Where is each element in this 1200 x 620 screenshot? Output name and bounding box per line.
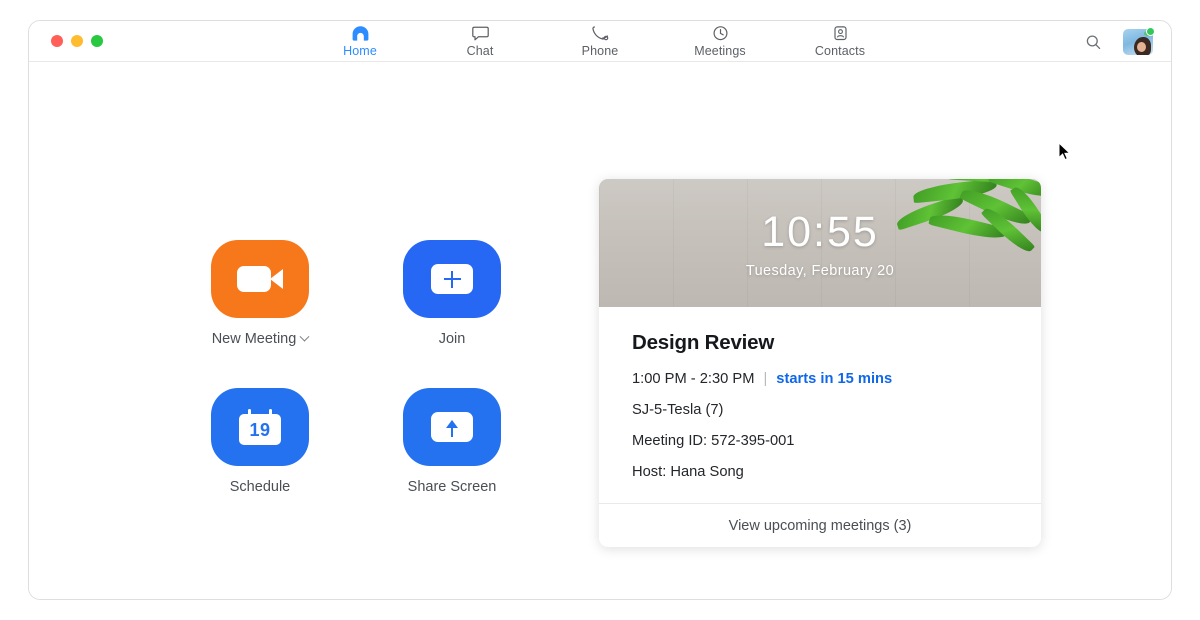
hero-date: Tuesday, February 20 [599, 263, 1041, 279]
join-button[interactable]: Join [356, 240, 548, 388]
meeting-time-row: 1:00 PM - 2:30 PM | starts in 15 mins [632, 371, 1008, 387]
schedule-tile: 19 [211, 388, 309, 466]
home-content: New Meeting Join [29, 62, 1171, 600]
meeting-starts-in: starts in 15 mins [776, 371, 892, 387]
new-meeting-label: New Meeting [212, 331, 297, 347]
calendar-icon: 19 [239, 409, 281, 445]
card-body: Design Review 1:00 PM - 2:30 PM | starts… [599, 307, 1041, 503]
schedule-label: Schedule [230, 479, 290, 495]
new-meeting-label-row: New Meeting [212, 331, 309, 347]
titlebar-right-controls [1081, 29, 1153, 55]
meeting-room: SJ-5-Tesla (7) [632, 402, 1008, 418]
nav-label-meetings: Meetings [694, 44, 746, 58]
calendar-day: 19 [239, 420, 281, 441]
search-button[interactable] [1081, 30, 1105, 54]
zoom-app-window: Home Chat Phone [28, 20, 1172, 600]
hero-clock: 10:55 Tuesday, February 20 [599, 211, 1041, 279]
chat-icon [471, 24, 490, 43]
video-camera-icon [237, 266, 283, 292]
meeting-time-range: 1:00 PM - 2:30 PM [632, 371, 754, 387]
status-badge [1146, 27, 1155, 36]
titlebar: Home Chat Phone [29, 21, 1171, 62]
upcoming-meeting-card: 10:55 Tuesday, February 20 Design Review… [599, 179, 1041, 547]
nav-label-phone: Phone [582, 44, 619, 58]
hero-time: 10:55 [599, 211, 1041, 254]
share-screen-label: Share Screen [408, 479, 497, 495]
avatar[interactable] [1123, 29, 1153, 55]
plus-icon [431, 264, 473, 294]
clock-icon [711, 24, 730, 43]
meeting-host: Host: Hana Song [632, 464, 1008, 480]
join-tile [403, 240, 501, 318]
nav-label-contacts: Contacts [815, 44, 865, 58]
nav-item-home[interactable]: Home [323, 24, 397, 58]
view-upcoming-meetings-label: View upcoming meetings (3) [729, 518, 912, 534]
arrow-up-icon [431, 412, 473, 442]
meeting-separator: | [763, 371, 767, 387]
chevron-down-icon[interactable] [300, 331, 310, 341]
schedule-button[interactable]: 19 Schedule [164, 388, 356, 536]
search-icon [1085, 34, 1102, 51]
card-hero-image: 10:55 Tuesday, February 20 [599, 179, 1041, 307]
view-upcoming-meetings-link[interactable]: View upcoming meetings (3) [599, 503, 1041, 547]
meeting-title: Design Review [632, 331, 1008, 355]
share-screen-tile [403, 388, 501, 466]
nav-item-chat[interactable]: Chat [443, 24, 517, 58]
avatar-face-detail [1137, 42, 1146, 52]
nav-label-home: Home [343, 44, 377, 58]
join-label: Join [439, 331, 466, 347]
schedule-label-row: Schedule [230, 479, 290, 495]
nav-item-meetings[interactable]: Meetings [683, 24, 757, 58]
contacts-icon [831, 24, 850, 43]
share-screen-button[interactable]: Share Screen [356, 388, 548, 536]
nav-item-contacts[interactable]: Contacts [803, 24, 877, 58]
quick-actions-grid: New Meeting Join [164, 240, 524, 536]
share-screen-label-row: Share Screen [408, 479, 497, 495]
new-meeting-tile [211, 240, 309, 318]
join-label-row: Join [439, 331, 466, 347]
meeting-id: Meeting ID: 572-395-001 [632, 433, 1008, 449]
main-navigation: Home Chat Phone [29, 21, 1171, 62]
nav-item-phone[interactable]: Phone [563, 24, 637, 58]
new-meeting-button[interactable]: New Meeting [164, 240, 356, 388]
phone-icon [591, 24, 610, 43]
home-icon [351, 24, 370, 43]
nav-label-chat: Chat [467, 44, 494, 58]
